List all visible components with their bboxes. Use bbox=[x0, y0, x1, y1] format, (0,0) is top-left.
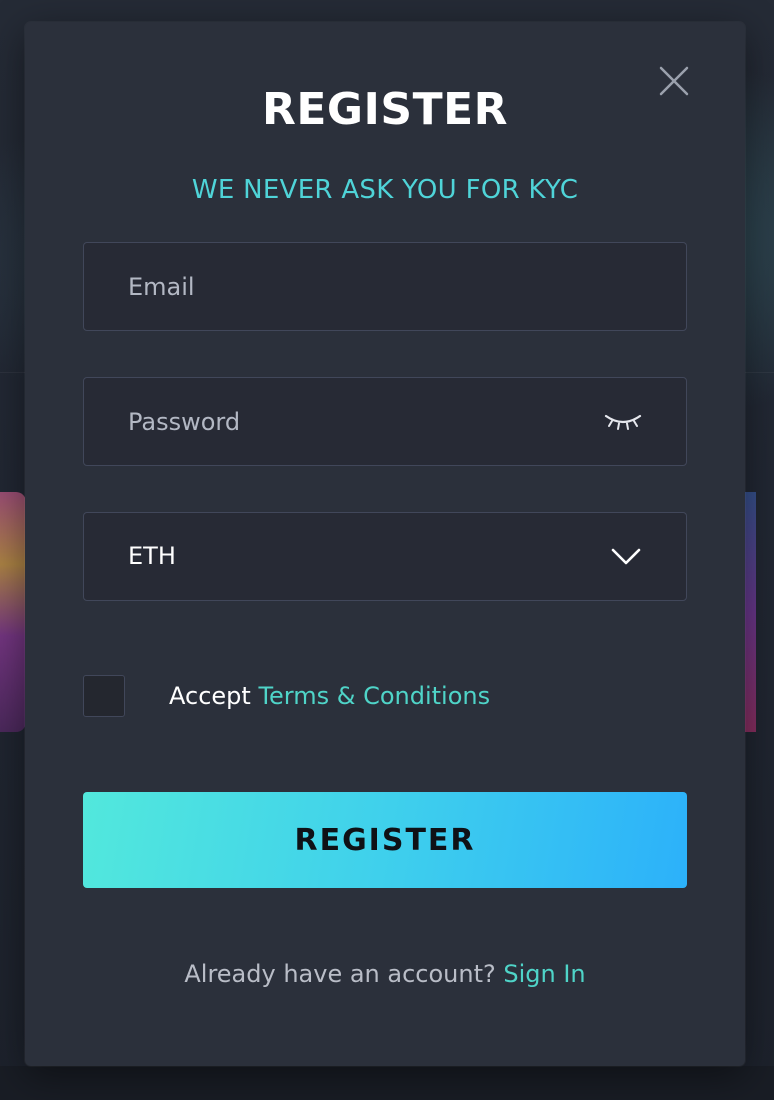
terms-link[interactable]: Terms & Conditions bbox=[258, 682, 490, 710]
password-field-container bbox=[83, 377, 687, 466]
register-button[interactable]: REGISTER bbox=[83, 792, 687, 888]
currency-select[interactable]: ETH bbox=[83, 512, 687, 601]
terms-row: Accept Terms & Conditions bbox=[83, 675, 687, 719]
signin-prompt: Already have an account? Sign In bbox=[25, 960, 745, 988]
modal-title: REGISTER bbox=[261, 84, 509, 135]
terms-checkbox[interactable] bbox=[83, 675, 125, 717]
email-field-container bbox=[83, 242, 687, 331]
background-game-thumbnail bbox=[744, 492, 756, 732]
background-game-thumbnail bbox=[0, 492, 26, 732]
eye-closed-icon[interactable] bbox=[604, 411, 642, 433]
currency-selected-value: ETH bbox=[128, 542, 176, 570]
email-field[interactable] bbox=[84, 243, 686, 330]
background-footer-band bbox=[0, 1066, 774, 1100]
chevron-down-icon bbox=[611, 548, 641, 565]
password-field[interactable] bbox=[84, 378, 686, 465]
signin-link[interactable]: Sign In bbox=[503, 960, 585, 988]
register-modal: REGISTER WE NEVER ASK YOU FOR KYC ETH Ac… bbox=[25, 22, 745, 1066]
signin-prompt-text: Already have an account? bbox=[184, 960, 504, 988]
modal-subtitle: WE NEVER ASK YOU FOR KYC bbox=[191, 175, 579, 205]
terms-label: Accept Terms & Conditions bbox=[169, 675, 490, 717]
terms-prefix: Accept bbox=[169, 682, 259, 710]
